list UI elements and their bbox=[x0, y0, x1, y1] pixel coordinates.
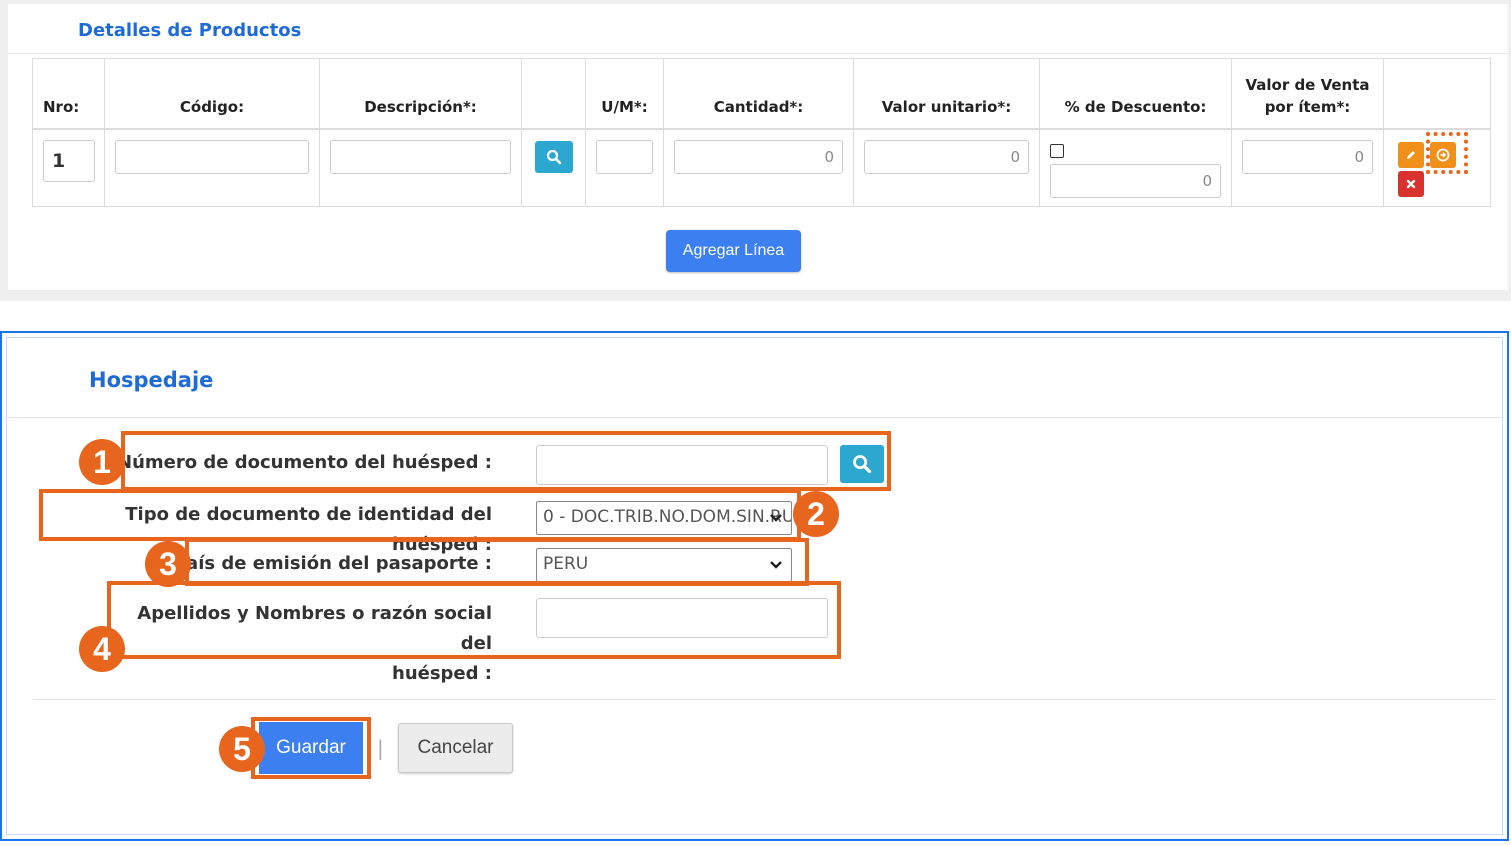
col-header-valor-venta-line2: por ítem*: bbox=[1264, 97, 1351, 116]
cell-um bbox=[585, 128, 664, 207]
cell-valor-venta: 0 bbox=[1231, 128, 1384, 207]
codigo-input[interactable] bbox=[115, 139, 309, 174]
col-header-valor-venta-line1: Valor de Venta bbox=[1245, 75, 1370, 94]
pencil-icon bbox=[1407, 150, 1415, 159]
callout-box-2 bbox=[39, 489, 801, 541]
cell-actions bbox=[1383, 128, 1491, 207]
products-panel: Detalles de Productos Nro: Código: Descr… bbox=[0, 0, 1511, 301]
col-header-codigo: Código: bbox=[104, 58, 320, 130]
callout-badge-5: 5 bbox=[219, 726, 265, 772]
descripcion-input[interactable] bbox=[330, 139, 511, 174]
close-icon bbox=[1406, 179, 1416, 188]
name-label-line2: huésped : bbox=[392, 663, 492, 684]
hospedaje-card: Hospedaje Número de documento del huéspe… bbox=[6, 337, 1503, 835]
col-header-valor-unitario: Valor unitario*: bbox=[853, 58, 1040, 130]
um-input[interactable] bbox=[596, 139, 653, 174]
descuento-input[interactable]: 0 bbox=[1050, 163, 1221, 198]
table-row: 1 0 0 0 0 bbox=[32, 128, 1491, 207]
cancel-button[interactable]: Cancelar bbox=[398, 723, 513, 773]
col-header-valor-venta: Valor de Venta por ítem*: bbox=[1231, 58, 1384, 130]
col-header-search bbox=[521, 58, 586, 130]
callout-box-3 bbox=[185, 538, 809, 586]
cell-cantidad: 0 bbox=[663, 128, 854, 207]
products-divider bbox=[8, 53, 1508, 54]
cell-nro: 1 bbox=[32, 128, 105, 207]
col-header-actions bbox=[1383, 58, 1491, 130]
search-icon bbox=[546, 149, 561, 164]
products-table: Nro: Código: Descripción*: U/M*: Cantida… bbox=[32, 58, 1491, 207]
add-line-button[interactable]: Agregar Línea bbox=[666, 230, 801, 272]
cell-descripcion bbox=[319, 128, 522, 207]
cell-codigo bbox=[104, 128, 320, 207]
col-header-nro: Nro: bbox=[32, 58, 105, 130]
table-header-row: Nro: Código: Descripción*: U/M*: Cantida… bbox=[32, 58, 1491, 130]
callout-badge-2: 2 bbox=[793, 491, 839, 537]
products-title: Detalles de Productos bbox=[78, 20, 302, 41]
col-header-um: U/M*: bbox=[585, 58, 664, 130]
hospedaje-title: Hospedaje bbox=[89, 368, 214, 392]
callout-box-5 bbox=[251, 717, 371, 779]
nro-field[interactable]: 1 bbox=[43, 139, 95, 182]
callout-box-1 bbox=[121, 431, 891, 491]
cell-valor-unitario: 0 bbox=[853, 128, 1040, 207]
descuento-checkbox[interactable] bbox=[1050, 143, 1064, 158]
form-footer-divider bbox=[33, 699, 1495, 700]
cantidad-input[interactable]: 0 bbox=[674, 139, 843, 174]
hospedaje-divider bbox=[7, 417, 1502, 418]
products-card: Detalles de Productos Nro: Código: Descr… bbox=[8, 4, 1508, 290]
delete-row-button[interactable] bbox=[1398, 170, 1424, 197]
col-header-descripcion: Descripción*: bbox=[319, 58, 522, 130]
callout-badge-1: 1 bbox=[79, 439, 125, 485]
detail-button-highlight bbox=[1426, 131, 1468, 174]
cell-descuento: 0 bbox=[1039, 128, 1232, 207]
callout-box-4 bbox=[107, 581, 841, 659]
cell-search bbox=[521, 128, 586, 207]
product-search-button[interactable] bbox=[534, 140, 573, 173]
edit-row-button[interactable] bbox=[1398, 141, 1424, 168]
callout-badge-4: 4 bbox=[79, 626, 125, 672]
valor-venta-input[interactable]: 0 bbox=[1242, 139, 1373, 174]
hospedaje-panel: Hospedaje Número de documento del huéspe… bbox=[0, 331, 1509, 841]
col-header-cantidad: Cantidad*: bbox=[663, 58, 854, 130]
col-header-descuento: % de Descuento: bbox=[1039, 58, 1232, 130]
valor-unitario-input[interactable]: 0 bbox=[864, 139, 1029, 174]
button-separator: | bbox=[377, 736, 384, 760]
